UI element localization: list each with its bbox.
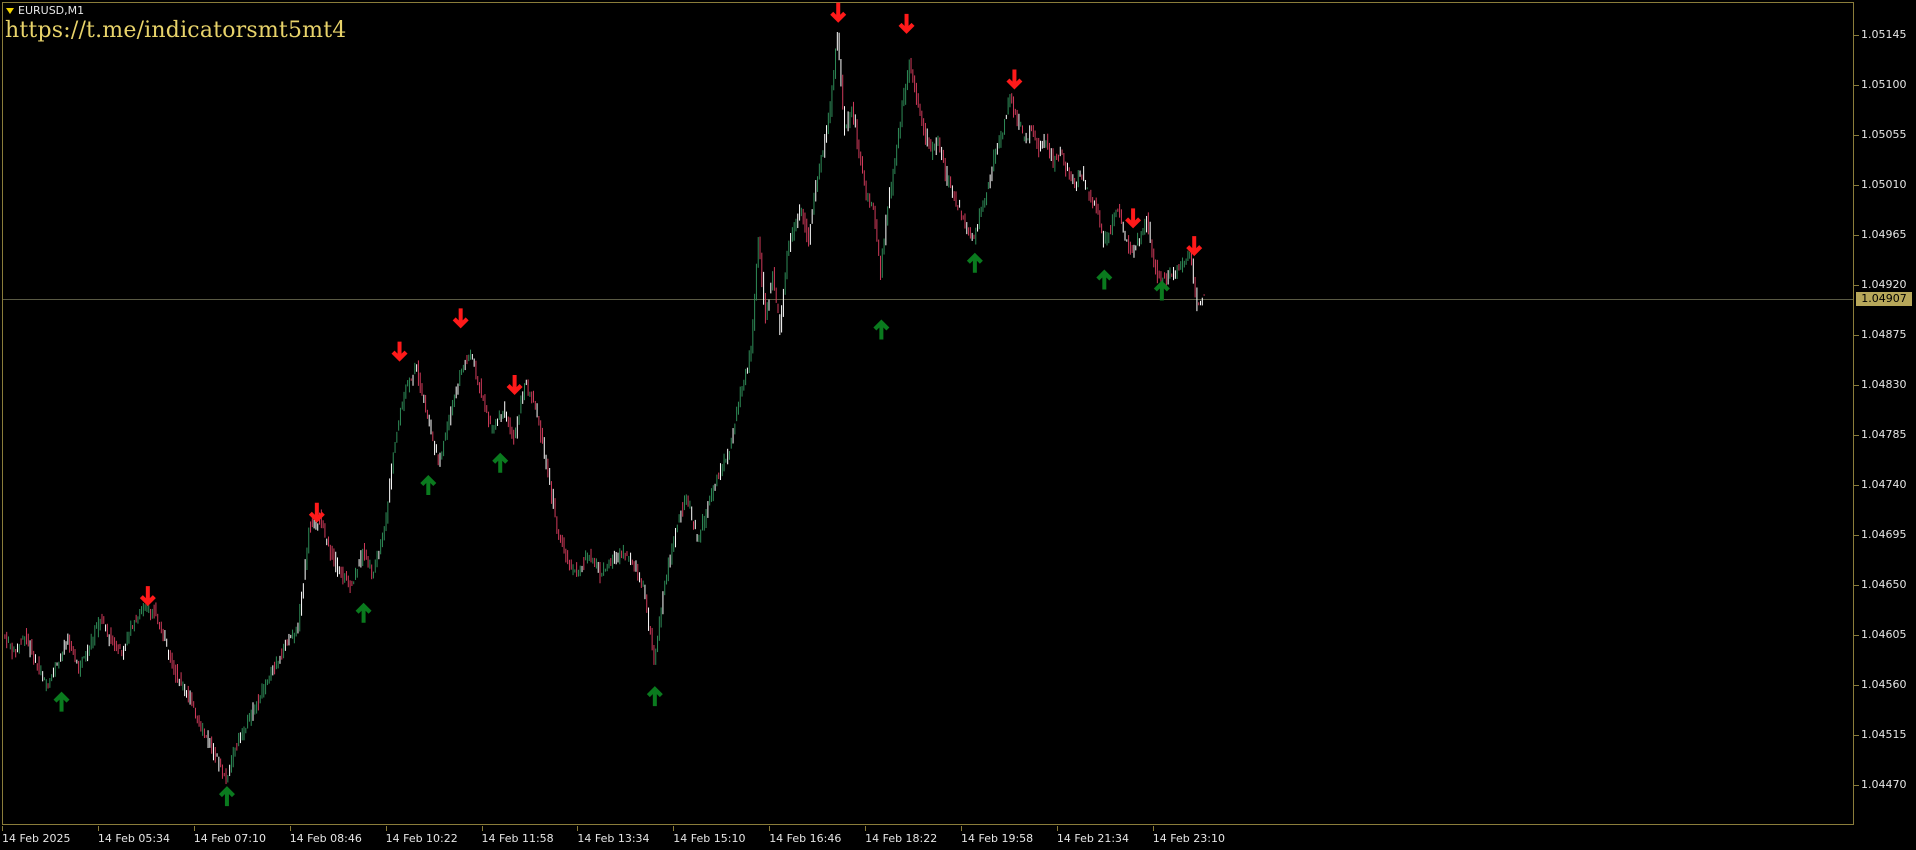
symbol-title-text: EURUSD,M1 — [18, 4, 85, 17]
buy-signal-arrow-icon — [873, 319, 890, 340]
price-axis-tick — [1854, 285, 1859, 286]
price-axis-tick — [1854, 585, 1859, 586]
time-axis-tick — [481, 826, 483, 831]
price-axis-label: 1.04875 — [1861, 328, 1907, 341]
time-axis-label: 14 Feb 15:10 — [673, 832, 746, 845]
price-chart[interactable] — [0, 0, 1916, 850]
price-axis-label: 1.05010 — [1861, 178, 1907, 191]
price-axis-label: 1.04785 — [1861, 428, 1907, 441]
time-axis-tick — [961, 826, 962, 831]
price-axis-tick — [1854, 135, 1859, 136]
price-axis-tick — [1854, 785, 1859, 786]
time-axis-tick — [1056, 826, 1058, 831]
time-axis-tick — [2, 826, 3, 831]
time-axis-label: 14 Feb 2025 — [2, 832, 71, 845]
time-axis-tick — [769, 826, 771, 831]
time-axis-label: 14 Feb 08:46 — [289, 832, 362, 845]
buy-signal-arrow-icon — [420, 475, 437, 495]
price-axis-label: 1.04515 — [1861, 728, 1907, 741]
time-axis-label: 14 Feb 19:58 — [961, 832, 1034, 845]
price-axis-tick — [1854, 85, 1859, 86]
sell-signal-arrow-icon — [1125, 208, 1142, 229]
buy-signal-arrow-icon — [355, 602, 372, 623]
time-axis-label: 14 Feb 11:58 — [481, 832, 554, 845]
time-axis-label: 14 Feb 18:22 — [865, 832, 938, 845]
time-axis-label: 14 Feb 21:34 — [1056, 832, 1130, 845]
buy-signal-arrow-icon — [1153, 280, 1170, 301]
sell-signal-arrow-icon — [391, 341, 408, 362]
sell-signal-arrow-icon — [506, 375, 523, 395]
sell-signal-arrow-icon — [139, 586, 156, 607]
time-axis-tick — [673, 826, 675, 831]
price-axis-label: 1.04470 — [1861, 778, 1907, 791]
price-axis-label: 1.04650 — [1861, 578, 1907, 591]
time-axis-label: 14 Feb 16:46 — [769, 832, 842, 845]
price-axis-tick — [1854, 385, 1859, 386]
price-axis-tick — [1854, 435, 1859, 436]
time-axis-tick — [193, 826, 195, 831]
time-axis-tick — [289, 826, 291, 831]
time-axis-tick — [385, 826, 387, 831]
current-price-badge: 1.04907 — [1856, 292, 1912, 307]
price-axis-label: 1.05055 — [1861, 128, 1907, 141]
price-axis-label: 1.05145 — [1861, 28, 1907, 41]
price-axis-label: 1.04605 — [1861, 628, 1907, 641]
price-axis-label: 1.04830 — [1861, 378, 1907, 391]
buy-signal-arrow-icon — [492, 452, 509, 473]
price-axis-tick — [1854, 535, 1859, 536]
sell-signal-arrow-icon — [308, 502, 325, 523]
price-axis-label: 1.04965 — [1861, 228, 1907, 241]
price-axis-tick — [1854, 735, 1859, 736]
price-axis-label: 1.04695 — [1861, 528, 1907, 541]
time-axis-label: 14 Feb 23:10 — [1152, 832, 1225, 845]
time-axis-tick — [1152, 826, 1154, 831]
price-axis-label: 1.04920 — [1861, 278, 1907, 291]
price-axis-tick — [1854, 485, 1859, 486]
price-axis-label: 1.04560 — [1861, 678, 1907, 691]
buy-signal-arrow-icon — [966, 252, 983, 273]
buy-signal-arrow-icon — [646, 686, 663, 707]
sell-signal-arrow-icon — [1006, 69, 1023, 90]
price-axis-tick — [1854, 235, 1859, 236]
price-axis-label: 1.04740 — [1861, 478, 1907, 491]
time-axis-label: 14 Feb 05:34 — [97, 832, 171, 845]
buy-signal-arrow-icon — [53, 691, 70, 712]
sell-signal-arrow-icon — [1186, 236, 1203, 257]
chart-menu-triangle-icon[interactable] — [6, 7, 14, 14]
sell-signal-arrow-icon — [452, 308, 469, 329]
time-axis-tick — [97, 826, 99, 831]
sell-signal-arrow-icon — [830, 2, 847, 23]
symbol-title: EURUSD,M1 — [6, 4, 84, 17]
chart-window[interactable]: EURUSD,M1 https://t.me/indicatorsmt5mt4 … — [0, 0, 1916, 850]
price-axis-tick — [1854, 635, 1859, 636]
price-axis-tick — [1854, 685, 1859, 686]
time-axis-tick — [577, 826, 579, 831]
price-axis-tick — [1854, 35, 1859, 36]
price-axis-tick — [1854, 185, 1859, 186]
time-axis-label: 14 Feb 07:10 — [193, 832, 266, 845]
buy-signal-arrow-icon — [1096, 269, 1113, 290]
time-axis-label: 14 Feb 13:34 — [577, 832, 650, 845]
sell-signal-arrow-icon — [898, 13, 915, 34]
price-axis-label: 1.05100 — [1861, 78, 1907, 91]
time-axis-label: 14 Feb 10:22 — [385, 832, 458, 845]
watermark-url: https://t.me/indicatorsmt5mt4 — [5, 18, 347, 43]
buy-signal-arrow-icon — [218, 786, 235, 807]
time-axis-tick — [865, 826, 867, 831]
price-axis-tick — [1854, 335, 1859, 336]
